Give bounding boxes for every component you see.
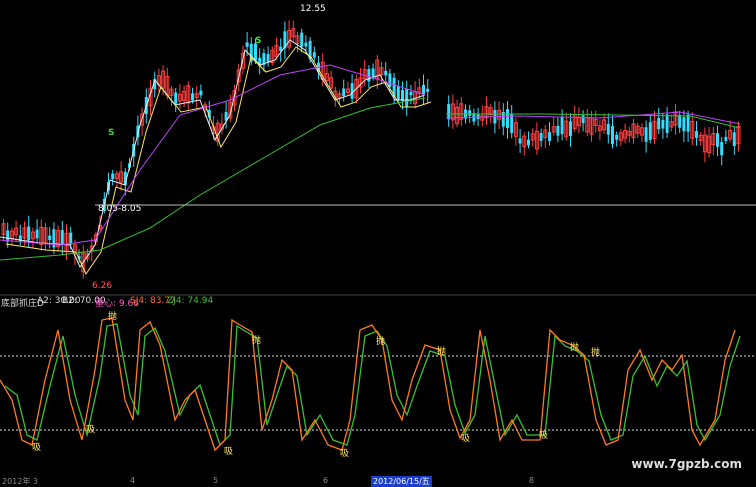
candle-body bbox=[6, 230, 10, 242]
candle-body bbox=[569, 121, 572, 137]
candle-body bbox=[615, 134, 619, 140]
candle-body bbox=[304, 42, 308, 47]
watermark: www.7gpzb.com bbox=[631, 457, 742, 471]
candle-body bbox=[678, 115, 682, 128]
buy-tag: 吸 bbox=[539, 431, 549, 441]
candle-body bbox=[48, 235, 52, 241]
candle-body bbox=[174, 92, 178, 104]
candle-body bbox=[648, 122, 652, 140]
buy-signal-marker: S bbox=[255, 36, 262, 46]
candle-body bbox=[518, 138, 522, 144]
buy-signal-marker: S bbox=[108, 128, 115, 138]
candle-body bbox=[409, 91, 413, 96]
ma-line-long bbox=[0, 64, 426, 246]
low-price-label: 6.26 bbox=[92, 281, 113, 291]
sell-tag: 抛 bbox=[591, 348, 601, 358]
candle-body bbox=[548, 132, 551, 141]
candle-body bbox=[527, 139, 530, 146]
candle-body bbox=[447, 104, 451, 120]
sell-tag: 抛 bbox=[108, 312, 118, 322]
candle-body bbox=[401, 90, 404, 101]
candle-body bbox=[606, 123, 610, 135]
candle-body bbox=[682, 117, 686, 132]
candle-body bbox=[665, 114, 669, 133]
candle-body bbox=[426, 88, 430, 92]
buy-tag: 吸 bbox=[32, 443, 42, 453]
candle-body bbox=[111, 173, 115, 180]
axis-tick: 2012年 3 bbox=[2, 477, 38, 486]
axis-tick: 6 bbox=[323, 476, 329, 485]
buy-tag: 吸 bbox=[461, 434, 471, 444]
candle-body bbox=[350, 83, 354, 99]
candle-body bbox=[695, 131, 698, 138]
candle-body bbox=[69, 232, 73, 245]
date-axis: 2012年 3 4 5 6 2012/06/15/五 7 8 bbox=[0, 476, 756, 487]
candle-body bbox=[312, 52, 316, 58]
candle-body bbox=[60, 230, 64, 245]
candle-body bbox=[611, 126, 614, 144]
candlestick-series bbox=[1, 20, 741, 279]
axis-tick: 5 bbox=[213, 476, 219, 485]
sell-tag: 抛 bbox=[376, 337, 386, 347]
candle-body bbox=[720, 141, 724, 156]
candle-body bbox=[388, 73, 392, 87]
candle-body bbox=[384, 70, 388, 76]
candle-body bbox=[732, 132, 736, 147]
candle-body bbox=[657, 117, 661, 130]
candle-body bbox=[27, 226, 31, 241]
sell-tag: 抛 bbox=[437, 347, 447, 357]
axis-tick: 8 bbox=[529, 476, 535, 485]
candle-body bbox=[581, 115, 585, 124]
candle-body bbox=[510, 114, 514, 134]
candle-body bbox=[539, 133, 543, 141]
candle-body bbox=[191, 93, 194, 101]
candle-body bbox=[371, 68, 375, 78]
candle-body bbox=[245, 42, 249, 47]
high-price-label: 12.55 bbox=[300, 4, 326, 14]
candle-body bbox=[422, 84, 425, 95]
candle-body bbox=[661, 119, 665, 129]
level-price-label: 8.05-8.05 bbox=[98, 204, 142, 214]
candle-body bbox=[342, 88, 346, 96]
sell-tag: 抛 bbox=[252, 336, 262, 346]
candle-body bbox=[405, 88, 409, 108]
candle-body bbox=[716, 133, 719, 147]
indicator-zj4: ZJ4: 74.94 bbox=[167, 296, 214, 306]
candle-body bbox=[686, 114, 690, 132]
candle-body bbox=[35, 229, 39, 239]
buy-tag: 吸 bbox=[340, 449, 350, 459]
axis-tick: 4 bbox=[130, 476, 136, 485]
candle-body bbox=[300, 32, 304, 47]
candle-body bbox=[367, 69, 371, 82]
candle-body bbox=[506, 109, 509, 128]
candle-body bbox=[560, 116, 564, 135]
candle-body bbox=[724, 136, 728, 141]
candle-body bbox=[556, 125, 560, 136]
buy-tag: 吸 bbox=[86, 425, 96, 435]
candle-body bbox=[468, 110, 472, 116]
buy-tag: 吸 bbox=[224, 447, 234, 457]
candle-body bbox=[396, 86, 400, 100]
candle-body bbox=[644, 127, 648, 142]
axis-tick: 7 bbox=[421, 476, 427, 485]
chart-canvas[interactable] bbox=[0, 0, 756, 487]
sell-tag: 抛 bbox=[570, 343, 580, 353]
candle-body bbox=[266, 54, 270, 62]
candle-body bbox=[199, 90, 203, 96]
